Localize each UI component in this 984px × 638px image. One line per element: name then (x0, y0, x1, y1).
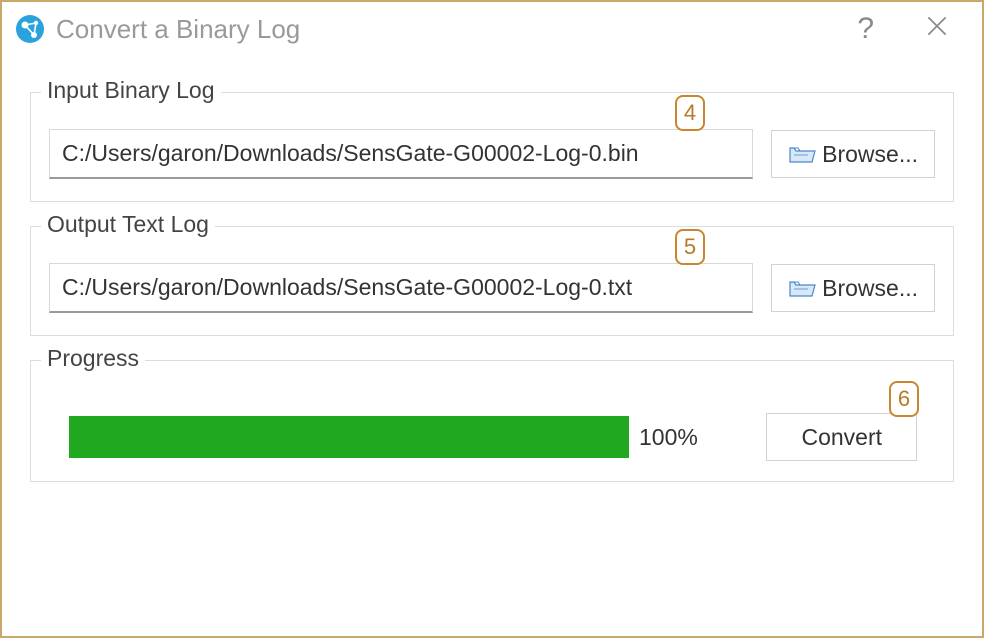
input-legend: Input Binary Log (41, 77, 221, 104)
callout-badge-6: 6 (889, 381, 919, 417)
folder-open-icon (788, 276, 816, 300)
input-browse-button[interactable]: Browse... (771, 130, 935, 178)
window-controls: ? (857, 12, 950, 46)
folder-open-icon (788, 142, 816, 166)
browse-label: Browse... (822, 275, 918, 302)
input-row: Browse... 4 (49, 129, 935, 179)
progress-percent: 100% (639, 424, 698, 451)
output-row: Browse... 5 (49, 263, 935, 313)
output-path-field[interactable] (49, 263, 753, 313)
dialog-window: Convert a Binary Log ? Input Binary Log (0, 0, 984, 638)
progress-row: 100% Convert 6 (49, 407, 935, 461)
window-title: Convert a Binary Log (56, 14, 857, 45)
progress-bar (69, 416, 629, 458)
close-icon[interactable] (924, 13, 950, 46)
callout-badge-4: 4 (675, 95, 705, 131)
browse-label: Browse... (822, 141, 918, 168)
convert-button[interactable]: Convert (766, 413, 917, 461)
input-binary-log-group: Input Binary Log Browse... 4 (30, 92, 954, 202)
callout-badge-5: 5 (675, 229, 705, 265)
output-browse-button[interactable]: Browse... (771, 264, 935, 312)
help-icon[interactable]: ? (857, 12, 874, 46)
progress-group: Progress 100% Convert 6 (30, 360, 954, 482)
app-icon (14, 13, 46, 45)
progress-legend: Progress (41, 345, 145, 372)
input-path-field[interactable] (49, 129, 753, 179)
dialog-content: Input Binary Log Browse... 4 Ou (2, 56, 982, 482)
titlebar: Convert a Binary Log ? (2, 2, 982, 56)
output-text-log-group: Output Text Log Browse... 5 (30, 226, 954, 336)
output-legend: Output Text Log (41, 211, 215, 238)
